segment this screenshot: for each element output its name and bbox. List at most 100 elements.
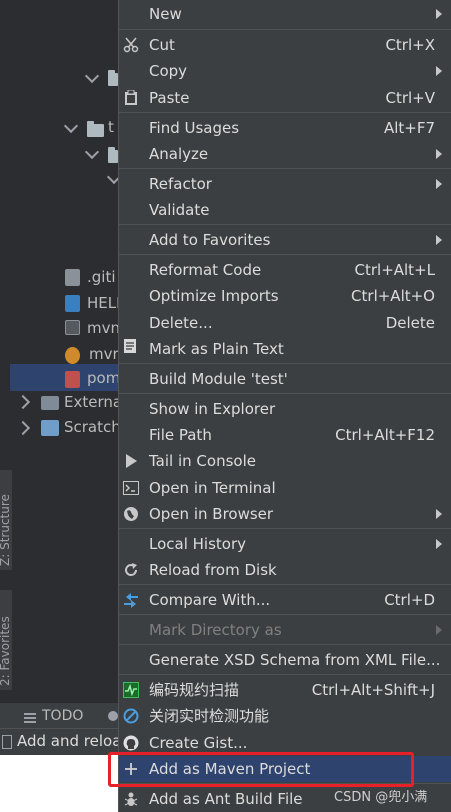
menu-item-refactor[interactable]: Refactor: [119, 171, 451, 197]
menu-item-find-usages[interactable]: Find Usages Alt+F7: [119, 115, 451, 141]
menu-item-analyze[interactable]: Analyze: [119, 141, 451, 167]
menu-item-label: Cut: [149, 36, 175, 54]
menu-item-reload-from-disk[interactable]: Reload from Disk: [119, 557, 451, 583]
menu-item-shortcut: Ctrl+V: [385, 89, 435, 107]
script-file-icon: [65, 320, 80, 335]
menu-item-disable-realtime-check[interactable]: 关闭实时检测功能: [119, 703, 451, 729]
menu-item-label: Optimize Imports: [149, 287, 279, 305]
menu-item-show-in-explorer[interactable]: Show in Explorer: [119, 396, 451, 422]
chevron-right-icon[interactable]: [15, 394, 31, 410]
menu-item-compare-with[interactable]: Compare With... Ctrl+D: [119, 587, 451, 613]
menu-item-shortcut: Ctrl+Alt+L: [354, 261, 436, 279]
status-panel-icon[interactable]: [2, 735, 12, 749]
chevron-right-icon[interactable]: [15, 420, 31, 436]
menu-item-label: Show in Explorer: [149, 400, 276, 418]
folder-icon: [108, 147, 118, 163]
bottom-tool-bar: TODO: [0, 702, 118, 731]
menu-item-add-to-favorites[interactable]: Add to Favorites: [119, 227, 451, 253]
structure-tab-label: Z: Structure: [0, 494, 12, 566]
tree-folder-label[interactable]: t: [108, 114, 114, 140]
scissors-icon: [123, 37, 139, 53]
menu-item-label: Mark as Plain Text: [149, 340, 284, 358]
problems-icon[interactable]: [108, 711, 118, 721]
scan-icon: [123, 682, 139, 698]
tree-item-pom[interactable]: pom: [87, 365, 120, 391]
menu-item-code-scan[interactable]: 编码规约扫描 Ctrl+Alt+Shift+J: [119, 677, 451, 703]
menu-item-label: Refactor: [149, 175, 212, 193]
menu-item-label: Open in Browser: [149, 505, 274, 523]
highlight-annotation-box: [108, 752, 414, 787]
chevron-down-icon[interactable]: [84, 68, 100, 84]
menu-item-shortcut: Ctrl+X: [385, 36, 435, 54]
tree-item-mvnw[interactable]: mvn: [87, 315, 120, 341]
desktop-area: [0, 755, 118, 812]
submenu-arrow-icon: [436, 509, 442, 519]
tree-item-gitignore[interactable]: .giti: [87, 264, 116, 290]
menu-item-open-in-browser[interactable]: Open in Browser: [119, 501, 451, 527]
menu-item-label: Reformat Code: [149, 261, 262, 279]
menu-item-file-path[interactable]: File Path Ctrl+Alt+F12: [119, 422, 451, 448]
terminal-icon: [123, 481, 139, 495]
scratch-icon: [41, 420, 59, 436]
menu-item-validate[interactable]: Validate: [119, 197, 451, 223]
menu-item-label: Delete...: [149, 314, 213, 332]
menu-item-new[interactable]: New: [119, 1, 451, 27]
menu-item-generate-xsd[interactable]: Generate XSD Schema from XML File...: [119, 647, 451, 673]
tree-item-mvnw-cmd[interactable]: mvr: [89, 341, 119, 367]
menu-item-shortcut: Ctrl+Alt+Shift+J: [311, 681, 435, 699]
watermark: CSDN @兜小满: [334, 790, 428, 805]
menu-item-label: Generate XSD Schema from XML File...: [149, 651, 441, 669]
menu-item-label: Open in Terminal: [149, 479, 276, 497]
menu-item-shortcut: Ctrl+Alt+F12: [335, 426, 435, 444]
tree-item-scratches[interactable]: Scratch: [64, 414, 121, 440]
todo-tab[interactable]: TODO: [42, 708, 83, 724]
menu-item-copy[interactable]: Copy: [119, 58, 451, 84]
chevron-down-icon[interactable]: [84, 144, 100, 160]
submenu-arrow-icon: [436, 9, 442, 19]
todo-list-icon: [24, 713, 36, 715]
menu-item-delete[interactable]: Delete... Delete: [119, 310, 451, 336]
tree-item-help[interactable]: HELI: [87, 290, 121, 316]
menu-item-shortcut: Ctrl+Alt+O: [351, 287, 435, 305]
menu-item-label: Tail in Console: [149, 452, 256, 470]
menu-item-label: Add as Ant Build File: [149, 790, 303, 808]
disable-icon: [123, 708, 139, 724]
favorites-tab[interactable]: 2: Favorites: [0, 590, 12, 690]
menu-item-shortcut: Alt+F7: [383, 119, 435, 137]
status-text: Add and reloa: [17, 732, 122, 750]
reload-icon: [125, 563, 138, 576]
ant-icon: [124, 792, 138, 806]
menu-item-cut[interactable]: Cut Ctrl+X: [119, 32, 451, 58]
menu-item-label: Local History: [149, 535, 247, 553]
submenu-arrow-icon: [436, 625, 442, 635]
compare-icon: [124, 593, 138, 608]
menu-item-optimize-imports[interactable]: Optimize Imports Ctrl+Alt+O: [119, 283, 451, 309]
menu-item-open-in-terminal[interactable]: Open in Terminal: [119, 475, 451, 501]
menu-item-label: Reload from Disk: [149, 561, 277, 579]
menu-item-paste[interactable]: Paste Ctrl+V: [119, 85, 451, 111]
status-bar: Add and reloa: [0, 728, 122, 755]
library-icon: [41, 396, 59, 410]
submenu-arrow-icon: [436, 179, 442, 189]
tree-item-external-libraries[interactable]: Externa: [64, 389, 122, 415]
folder-icon: [108, 70, 118, 86]
menu-item-label: 关闭实时检测功能: [149, 707, 270, 725]
structure-tab[interactable]: Z: Structure: [0, 470, 12, 570]
menu-item-label: Validate: [149, 201, 210, 219]
menu-item-build-module[interactable]: Build Module 'test': [119, 366, 451, 392]
play-icon: [126, 454, 137, 468]
submenu-arrow-icon: [436, 66, 442, 76]
menu-item-label: Mark Directory as: [149, 621, 282, 639]
markdown-file-icon: [65, 295, 80, 312]
menu-item-reformat-code[interactable]: Reformat Code Ctrl+Alt+L: [119, 257, 451, 283]
menu-item-mark-directory-as: Mark Directory as: [119, 617, 451, 643]
menu-item-mark-as-plain-text[interactable]: Mark as Plain Text: [119, 336, 451, 362]
menu-item-label: File Path: [149, 426, 212, 444]
menu-item-local-history[interactable]: Local History: [119, 531, 451, 557]
clipboard-icon: [125, 90, 137, 105]
menu-item-shortcut: Delete: [385, 314, 435, 332]
globe-icon: [124, 507, 138, 521]
menu-item-tail-in-console[interactable]: Tail in Console: [119, 448, 451, 474]
menu-item-label: Compare With...: [149, 591, 271, 609]
chevron-down-icon[interactable]: [63, 118, 79, 134]
